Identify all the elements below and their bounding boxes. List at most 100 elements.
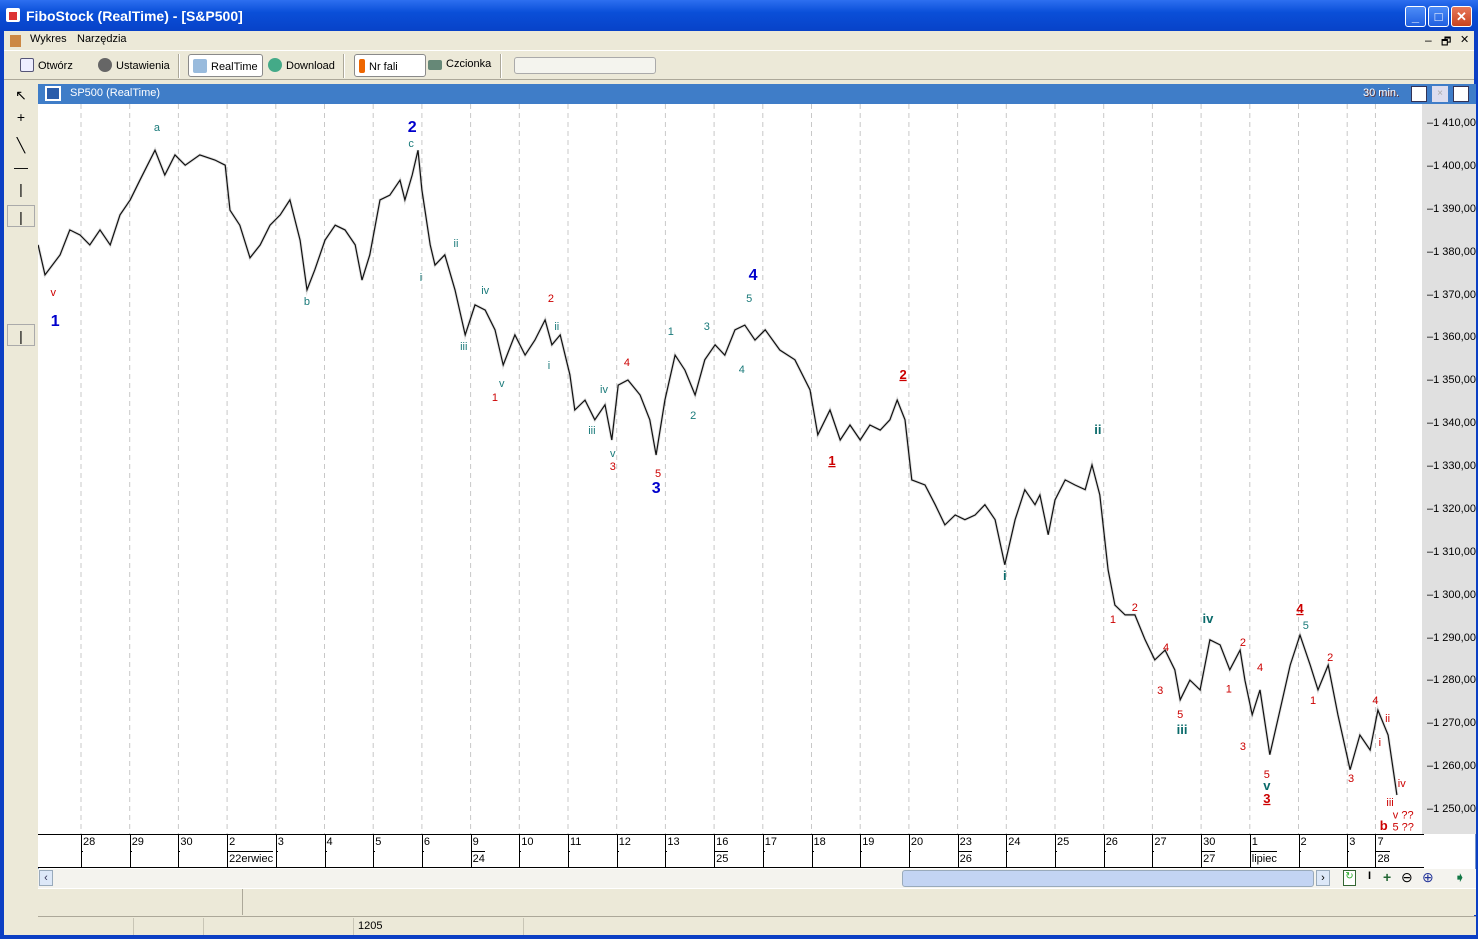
wave-label: 2 xyxy=(548,293,554,305)
day-label: 18 xyxy=(811,835,861,852)
refresh-icon[interactable]: ↻ xyxy=(1343,870,1356,886)
mdi-close[interactable]: ✕ xyxy=(1460,33,1469,46)
wave-number-button[interactable]: Nr fali xyxy=(354,54,426,77)
wave-number-label: Nr fali xyxy=(369,61,398,73)
scroll-end-icon[interactable]: ➧ xyxy=(1454,869,1466,886)
realtime-button[interactable]: RealTime xyxy=(188,54,263,77)
status-cell xyxy=(133,918,203,935)
horizontal-scrollbar[interactable]: ‹ › ↻ I + ⊖ ⊕ ➧ xyxy=(38,869,1476,888)
y-tick-label: –1 360,00 xyxy=(1427,331,1476,344)
wave-label: 3 xyxy=(1240,741,1246,753)
open-button[interactable]: Otwórz xyxy=(16,54,77,77)
zoom-in-icon[interactable]: ⊕ xyxy=(1422,869,1434,886)
scroll-right-button[interactable]: › xyxy=(1316,870,1330,886)
week-cell: 26 xyxy=(957,851,972,868)
y-tick-label: –1 330,00 xyxy=(1427,460,1476,472)
day-label: 3 xyxy=(275,835,325,852)
day-label: 4 xyxy=(324,835,374,852)
app-icon xyxy=(6,8,20,22)
menu-bar: Wykres Narzędzia – 🗗 ✕ xyxy=(4,31,1474,50)
y-tick-label: –1 380,00 xyxy=(1427,245,1476,258)
day-label: 24 xyxy=(1006,835,1055,852)
zoom-slider[interactable] xyxy=(514,57,656,74)
clip-icon[interactable] xyxy=(1453,86,1469,102)
week-cell xyxy=(665,851,668,868)
wave-label: b xyxy=(1380,818,1388,833)
status-cell xyxy=(203,918,353,935)
y-tick-label: –1 410,00 xyxy=(1427,117,1476,129)
close-button[interactable]: ✕ xyxy=(1451,6,1472,27)
interval-label[interactable]: 30 min. xyxy=(1363,87,1399,99)
hline-tool-icon[interactable]: — xyxy=(7,156,35,178)
day-label: 28 xyxy=(81,835,130,852)
download-label: Download xyxy=(286,60,335,72)
wave-label: 3 xyxy=(1263,791,1270,806)
wave-label: iv xyxy=(1202,611,1214,626)
price-chart[interactable]: v1a 2cbiiiiviiiv12iiiiviiiv345312345421ii… xyxy=(38,104,1422,834)
day-label: 5 xyxy=(373,835,422,852)
scroll-thumb[interactable] xyxy=(902,870,1314,887)
day-label: 17 xyxy=(762,835,812,852)
y-tick-label: –1 300,00 xyxy=(1427,588,1476,601)
price-range-shadow xyxy=(38,146,1399,796)
minimize-button[interactable]: _ xyxy=(1405,6,1426,27)
wave-label: ii xyxy=(454,238,459,250)
week-cell xyxy=(568,851,570,868)
close-chart-button[interactable]: × xyxy=(1432,86,1448,102)
separator xyxy=(178,54,180,78)
title-bar: FiboStock (RealTime) - [S&P500] _ □ ✕ xyxy=(0,0,1478,31)
y-tick-label: –1 290,00 xyxy=(1427,631,1476,644)
menu-wykres[interactable]: Wykres xyxy=(30,33,67,45)
wave-label: 3 xyxy=(1157,685,1163,697)
wave-label: ii xyxy=(554,321,559,333)
week-cell xyxy=(1006,851,1009,868)
y-tick-label: –1 340,00 xyxy=(1427,417,1476,430)
y-tick-label: –1 390,00 xyxy=(1427,202,1476,215)
realtime-icon xyxy=(193,59,207,73)
wave-label: i xyxy=(1379,737,1381,749)
wave-label: 2 xyxy=(1240,637,1246,649)
wave-label: 2 xyxy=(690,410,696,422)
cursor-tool-icon[interactable]: | xyxy=(7,324,35,346)
week-cell xyxy=(373,851,376,868)
scroll-left-button[interactable]: ‹ xyxy=(39,870,53,886)
globe-icon xyxy=(268,58,282,72)
marker-tool-icon[interactable]: | xyxy=(7,205,35,227)
font-button[interactable]: Czcionka xyxy=(424,54,495,77)
vline-tool-icon[interactable]: | xyxy=(7,178,35,200)
day-label: 2 xyxy=(227,835,276,852)
week-cell: 24 xyxy=(470,851,485,868)
download-button[interactable]: Download xyxy=(264,54,339,77)
chart-header: SP500 (RealTime) 30 min. × xyxy=(38,84,1476,104)
wave-label: i xyxy=(1003,568,1007,583)
day-label: 12 xyxy=(616,835,666,852)
week-cell xyxy=(275,851,278,868)
week-cell xyxy=(1347,851,1350,868)
wave-label: 4 xyxy=(739,364,745,376)
settings-label: Ustawienia xyxy=(116,60,170,72)
pointer-tool-icon[interactable]: ↖ xyxy=(7,84,35,106)
doc-icon xyxy=(10,35,21,47)
trendline-tool-icon[interactable]: ╲ xyxy=(7,134,35,156)
menu-narzedzia[interactable]: Narzędzia xyxy=(77,33,127,45)
wave-label: 1 xyxy=(492,392,498,404)
mdi-minimize[interactable]: – xyxy=(1425,33,1432,47)
zoom-out-icon[interactable]: ⊖ xyxy=(1401,869,1413,886)
day-label: 11 xyxy=(568,835,617,852)
wave-label: 5 xyxy=(1303,620,1309,632)
drawing-tools: ↖ + ╲ — | | | xyxy=(5,82,36,932)
week-cell xyxy=(1055,851,1057,868)
maximize-button[interactable]: □ xyxy=(1428,6,1449,27)
week-cell xyxy=(178,851,181,868)
week-cell xyxy=(519,851,522,868)
maximize-chart-button[interactable] xyxy=(1411,86,1427,102)
settings-button[interactable]: Ustawienia xyxy=(94,54,174,77)
realtime-label: RealTime xyxy=(211,61,258,73)
crosshair-tool-icon[interactable]: + xyxy=(7,106,35,128)
add-icon[interactable]: + xyxy=(1383,869,1391,885)
week-cell xyxy=(81,851,83,868)
week-cell: 27 xyxy=(1201,851,1216,868)
cursor-marker-icon[interactable]: I xyxy=(1368,870,1371,882)
status-value: 1205 xyxy=(353,918,523,935)
wave-label: iii xyxy=(1177,722,1188,737)
